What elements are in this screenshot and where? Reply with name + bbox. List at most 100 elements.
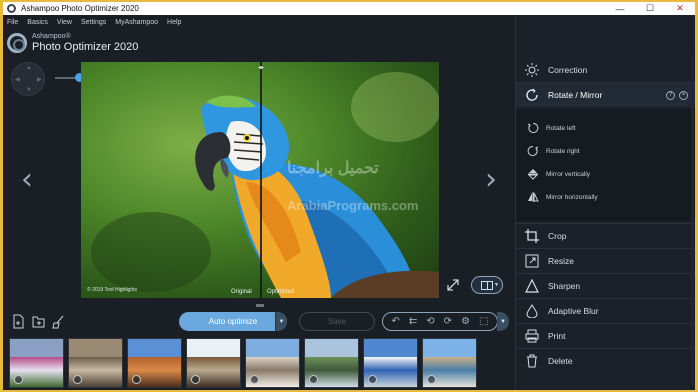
label-optimized: Optimized xyxy=(267,289,295,295)
pan-left-icon[interactable]: ◀ xyxy=(15,76,20,83)
panel-scrollbar[interactable] xyxy=(691,55,694,385)
minimize-button[interactable]: — xyxy=(605,2,635,15)
thumbnail-coast[interactable] xyxy=(422,338,477,388)
undo-icon[interactable]: ↶ xyxy=(392,316,400,327)
menu-help[interactable]: Help xyxy=(167,19,181,26)
undo-all-icon[interactable]: ⇇ xyxy=(409,316,417,327)
app-window: Ashampoo Photo Optimizer 2020 — ☐ ✕ File… xyxy=(3,2,695,390)
help-icon[interactable]: ? xyxy=(666,90,675,100)
logo-product: Photo Optimizer 2020 xyxy=(32,41,139,53)
sharpen-icon xyxy=(524,278,540,294)
thumbnail-select-checkbox[interactable] xyxy=(14,375,23,384)
maximize-button[interactable]: ☐ xyxy=(635,2,665,15)
logo-icon xyxy=(7,33,27,53)
photo-copyright: © 2019 Tool Highlights xyxy=(87,287,138,293)
thumbnail-church[interactable] xyxy=(363,338,418,388)
pan-right-icon[interactable]: ▶ xyxy=(37,76,42,83)
add-file-icon[interactable] xyxy=(11,314,26,329)
menu-settings[interactable]: Settings xyxy=(81,19,106,26)
thumbnail-camels[interactable] xyxy=(186,338,241,388)
auto-optimize-button[interactable]: Auto optimize ▼ xyxy=(179,312,287,331)
previous-image-icon[interactable]: ‹ xyxy=(21,165,33,195)
panel-print[interactable]: Print xyxy=(516,323,695,348)
split-view-icon xyxy=(481,280,493,290)
thumbnail-select-checkbox[interactable] xyxy=(309,375,318,384)
menu-basics[interactable]: Basics xyxy=(27,19,48,26)
close-panel-icon[interactable]: × xyxy=(679,90,688,100)
thumbnail-select-checkbox[interactable] xyxy=(368,375,377,384)
view-controls: ▼ xyxy=(439,272,511,298)
thumbnail-flowers[interactable] xyxy=(9,338,64,388)
watermark-site: ArabiaPrograms.com xyxy=(287,198,419,213)
panel-delete-label: Delete xyxy=(548,356,573,366)
split-view-button[interactable]: ▼ xyxy=(471,276,503,294)
thumbnail-village[interactable] xyxy=(245,338,300,388)
auto-optimize-label: Auto optimize xyxy=(208,317,258,326)
panel-sharpen-label: Sharpen xyxy=(548,281,581,291)
save-button[interactable]: Save xyxy=(299,312,375,331)
rotate-left-label: Rotate left xyxy=(546,124,576,132)
close-button[interactable]: ✕ xyxy=(665,2,695,15)
mirror-vertical-icon xyxy=(526,167,540,181)
tools-panel: Correction Rotate / Mirror ? × Rotate le… xyxy=(515,15,695,390)
rotate-icon xyxy=(524,87,540,103)
pan-navigator[interactable]: ▲ ▼ ◀ ▶ xyxy=(11,62,45,96)
thumbnail-select-checkbox[interactable] xyxy=(73,375,82,384)
thumbnail-canyon[interactable] xyxy=(127,338,182,388)
title-bar: Ashampoo Photo Optimizer 2020 — ☐ ✕ xyxy=(3,2,695,15)
panel-rotate-mirror-label: Rotate / Mirror xyxy=(548,90,603,100)
auto-optimize-dropdown[interactable]: ▼ xyxy=(275,312,287,331)
clear-list-icon[interactable] xyxy=(51,314,66,329)
rotate-right-label: Rotate right xyxy=(546,147,580,155)
panel-crop[interactable]: Crop xyxy=(516,223,695,248)
mirror-vertically-option[interactable]: Mirror vertically xyxy=(526,167,590,181)
menu-myashampoo[interactable]: MyAshampoo xyxy=(115,19,158,26)
divider-handle-icon[interactable]: ◂▸ xyxy=(255,64,267,71)
tools-dropdown-icon[interactable]: ▼ xyxy=(497,312,509,331)
menu-file[interactable]: File xyxy=(7,19,18,26)
panel-print-label: Print xyxy=(548,331,566,341)
bottom-toolbar: Auto optimize ▼ Save ↶ ⇇ ⟲ ⟳ ⚙ ⬚ ▼ xyxy=(3,309,515,335)
settings-gear-icon[interactable]: ⚙ xyxy=(461,316,470,327)
trash-icon xyxy=(524,353,540,369)
mirror-vertically-label: Mirror vertically xyxy=(546,170,591,178)
thumbnail-select-checkbox[interactable] xyxy=(427,375,436,384)
panel-sharpen[interactable]: Sharpen xyxy=(516,273,695,298)
thumbnail-select-checkbox[interactable] xyxy=(250,375,259,384)
pan-down-icon[interactable]: ▼ xyxy=(26,87,32,93)
next-image-icon[interactable]: › xyxy=(485,165,497,195)
thumbnail-lake[interactable] xyxy=(304,338,359,388)
thumbnail-monkeys[interactable] xyxy=(68,338,123,388)
select-all-icon[interactable]: ⬚ xyxy=(479,316,488,327)
panel-crop-label: Crop xyxy=(548,231,567,241)
rotate-left-icon[interactable]: ⟲ xyxy=(426,316,434,327)
panel-rotate-mirror[interactable]: Rotate / Mirror ? × xyxy=(516,82,695,107)
panel-delete[interactable]: Delete xyxy=(516,348,695,373)
watermark-arabic: تحميل برامجنا xyxy=(287,160,379,177)
mirror-horizontally-option[interactable]: Mirror horizontally xyxy=(526,190,598,204)
pan-up-icon[interactable]: ▲ xyxy=(26,65,32,71)
panel-resize[interactable]: Resize xyxy=(516,248,695,273)
rotate-left-option[interactable]: Rotate left xyxy=(526,121,576,135)
panel-resize-handle[interactable] xyxy=(256,304,264,307)
photo-preview[interactable]: تحميل برامجنا ArabiaPrograms.com ◂▸ © 20… xyxy=(81,62,439,298)
rotate-right-icon[interactable]: ⟳ xyxy=(444,316,452,327)
add-folder-icon[interactable] xyxy=(31,314,46,329)
chevron-down-icon: ▼ xyxy=(494,282,499,288)
sun-icon xyxy=(524,62,540,78)
rotate-right-option[interactable]: Rotate right xyxy=(526,144,580,158)
menu-view[interactable]: View xyxy=(57,19,72,26)
thumbnail-strip xyxy=(3,336,515,390)
mirror-horizontal-icon xyxy=(526,190,540,204)
panel-adaptive-blur[interactable]: Adaptive Blur xyxy=(516,298,695,323)
panel-adaptive-blur-label: Adaptive Blur xyxy=(548,306,599,316)
thumbnail-select-checkbox[interactable] xyxy=(132,375,141,384)
rotate-right-icon xyxy=(526,144,540,158)
fullscreen-icon[interactable] xyxy=(445,277,461,293)
label-original: Original xyxy=(231,289,252,295)
panel-correction-label: Correction xyxy=(548,64,588,75)
panel-resize-label: Resize xyxy=(548,256,574,266)
compare-divider[interactable] xyxy=(260,62,262,298)
thumbnail-select-checkbox[interactable] xyxy=(191,375,200,384)
panel-correction[interactable]: Correction xyxy=(516,57,695,82)
